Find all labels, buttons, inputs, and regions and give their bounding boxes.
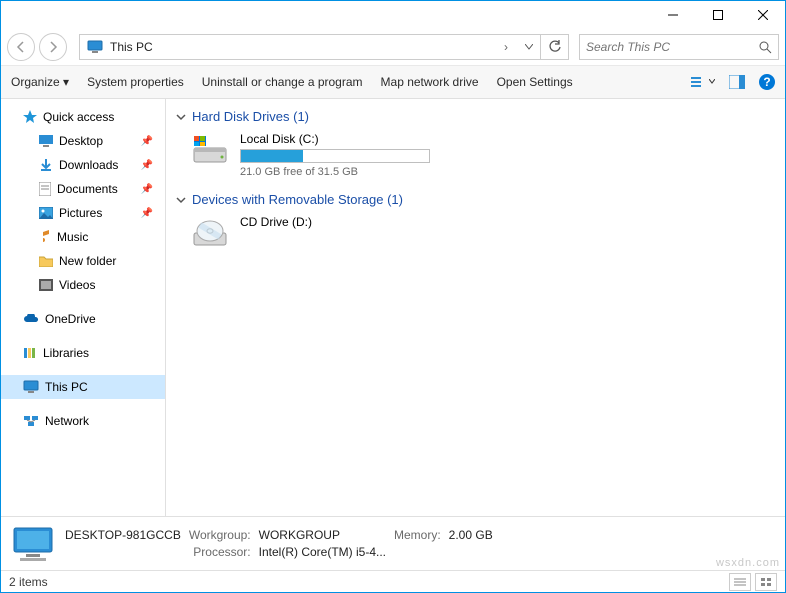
documents-icon bbox=[39, 182, 51, 196]
navbar: This PC › bbox=[1, 29, 785, 65]
details-pane: DESKTOP-981GCCB Workgroup: WORKGROUP Mem… bbox=[1, 516, 785, 570]
network-icon bbox=[23, 415, 39, 427]
downloads-icon bbox=[39, 158, 53, 172]
organize-menu[interactable]: Organize ▾ bbox=[11, 75, 69, 89]
nav-libraries[interactable]: Libraries bbox=[1, 341, 165, 365]
map-network-drive-button[interactable]: Map network drive bbox=[381, 75, 479, 89]
maximize-button[interactable] bbox=[695, 1, 740, 29]
onedrive-icon bbox=[23, 314, 39, 324]
address-bar[interactable]: This PC › bbox=[79, 34, 569, 60]
cd-drive-icon bbox=[192, 215, 228, 251]
forward-button[interactable] bbox=[39, 33, 67, 61]
folder-icon bbox=[39, 255, 53, 267]
body-area: Quick access Desktop 📌 Downloads 📌 Docum… bbox=[1, 99, 785, 516]
minimize-button[interactable] bbox=[650, 1, 695, 29]
group-removable-storage[interactable]: Devices with Removable Storage (1) bbox=[176, 192, 775, 207]
details-view-button[interactable] bbox=[729, 573, 751, 591]
close-button[interactable] bbox=[740, 1, 785, 29]
breadcrumb-chevron[interactable]: › bbox=[496, 40, 516, 54]
memory-value: 2.00 GB bbox=[449, 528, 493, 542]
memory-label: Memory: bbox=[394, 528, 441, 542]
navigation-pane[interactable]: Quick access Desktop 📌 Downloads 📌 Docum… bbox=[1, 99, 166, 516]
pin-icon: 📌 bbox=[141, 136, 153, 147]
processor-value: Intel(R) Core(TM) i5-4... bbox=[259, 545, 386, 559]
drive-name: CD Drive (D:) bbox=[240, 215, 312, 229]
drive-cd-d[interactable]: CD Drive (D:) bbox=[192, 215, 775, 251]
search-input[interactable] bbox=[580, 40, 752, 54]
content-pane[interactable]: Hard Disk Drives (1) Local Disk (C:) 21.… bbox=[166, 99, 785, 516]
nav-downloads[interactable]: Downloads 📌 bbox=[1, 153, 165, 177]
nav-pictures[interactable]: Pictures 📌 bbox=[1, 201, 165, 225]
pin-icon: 📌 bbox=[141, 208, 153, 219]
computer-name: DESKTOP-981GCCB bbox=[65, 528, 181, 542]
back-button[interactable] bbox=[7, 33, 35, 61]
nav-network[interactable]: Network bbox=[1, 409, 165, 433]
chevron-down-icon bbox=[176, 195, 186, 205]
system-properties-button[interactable]: System properties bbox=[87, 75, 184, 89]
pin-icon: 📌 bbox=[141, 160, 153, 171]
open-settings-button[interactable]: Open Settings bbox=[497, 75, 573, 89]
preview-pane-button[interactable] bbox=[729, 75, 745, 89]
address-dropdown[interactable] bbox=[516, 44, 540, 50]
chevron-down-icon bbox=[176, 112, 186, 122]
search-box[interactable] bbox=[579, 34, 779, 60]
computer-icon bbox=[9, 524, 57, 564]
hdd-icon bbox=[192, 132, 228, 168]
pin-icon: 📌 bbox=[141, 184, 153, 195]
nav-onedrive[interactable]: OneDrive bbox=[1, 307, 165, 331]
processor-label: Processor: bbox=[189, 545, 251, 559]
view-options-button[interactable] bbox=[691, 75, 715, 89]
drive-usage-bar bbox=[240, 149, 430, 163]
libraries-icon bbox=[23, 346, 37, 360]
nav-documents[interactable]: Documents 📌 bbox=[1, 177, 165, 201]
address-text: This PC bbox=[110, 40, 496, 54]
star-icon bbox=[23, 110, 37, 124]
videos-icon bbox=[39, 279, 53, 291]
help-icon[interactable]: ? bbox=[759, 74, 775, 90]
desktop-icon bbox=[39, 135, 53, 147]
workgroup-label: Workgroup: bbox=[189, 528, 251, 542]
nav-quick-access[interactable]: Quick access bbox=[1, 105, 165, 129]
this-pc-icon bbox=[86, 38, 104, 56]
refresh-button[interactable] bbox=[540, 35, 568, 59]
group-hard-disk-drives[interactable]: Hard Disk Drives (1) bbox=[176, 109, 775, 124]
item-count: 2 items bbox=[9, 575, 48, 589]
toolbar: Organize ▾ System properties Uninstall o… bbox=[1, 65, 785, 99]
drive-name: Local Disk (C:) bbox=[240, 132, 430, 146]
this-pc-icon bbox=[23, 380, 39, 394]
nav-new-folder[interactable]: New folder bbox=[1, 249, 165, 273]
large-icons-view-button[interactable] bbox=[755, 573, 777, 591]
drive-free-text: 21.0 GB free of 31.5 GB bbox=[240, 166, 430, 178]
statusbar: 2 items bbox=[1, 570, 785, 592]
uninstall-button[interactable]: Uninstall or change a program bbox=[202, 75, 363, 89]
search-icon[interactable] bbox=[752, 40, 778, 54]
drive-local-disk-c[interactable]: Local Disk (C:) 21.0 GB free of 31.5 GB bbox=[192, 132, 775, 178]
nav-this-pc[interactable]: This PC bbox=[1, 375, 165, 399]
nav-music[interactable]: Music bbox=[1, 225, 165, 249]
workgroup-value: WORKGROUP bbox=[259, 528, 386, 542]
music-icon bbox=[39, 230, 51, 244]
watermark: wsxdn.com bbox=[716, 557, 780, 569]
nav-desktop[interactable]: Desktop 📌 bbox=[1, 129, 165, 153]
nav-videos[interactable]: Videos bbox=[1, 273, 165, 297]
titlebar bbox=[1, 1, 785, 29]
pictures-icon bbox=[39, 207, 53, 219]
